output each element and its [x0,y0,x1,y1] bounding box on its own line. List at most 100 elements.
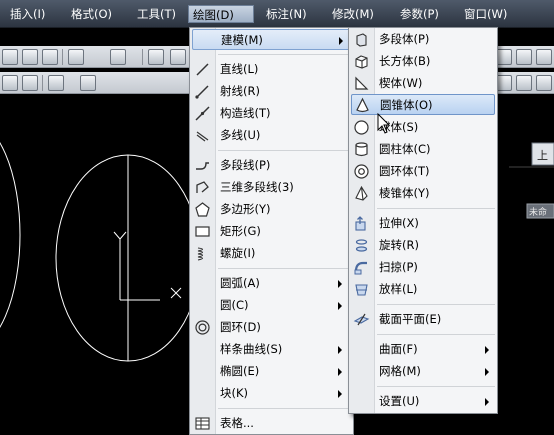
draw-menu-item[interactable]: 圆(C) [192,295,351,316]
ray-icon [194,83,211,100]
layer-tool-3-icon[interactable] [536,49,552,65]
menu-item-label: 射线(R) [220,84,260,98]
mouse-cursor-icon [377,113,391,134]
modeling-menu-item[interactable]: 多段体(P) [351,29,495,50]
menu-separator [377,386,495,387]
modeling-menu-item[interactable]: 棱锥体(Y) [351,183,495,204]
draw-menu-item[interactable]: 矩形(G) [192,221,351,242]
section-plane-icon [353,311,370,328]
visual-style-2-icon[interactable] [516,75,532,91]
modeling-menu-item[interactable]: 设置(U) [351,391,495,412]
layer-tool-icon[interactable] [496,49,512,65]
modeling-menu-item[interactable]: 旋转(R) [351,235,495,256]
modeling-menu-item[interactable]: 圆环体(T) [351,161,495,182]
menu-item-label: 放样(L) [379,282,418,296]
table-icon [194,415,211,432]
menu-item-label: 棱锥体(Y) [379,186,430,200]
draw-menu-item[interactable]: 多边形(Y) [192,199,351,220]
menu-item-label: 螺旋(I) [220,246,256,260]
menu-modify[interactable]: 修改(M) [328,5,378,23]
menu-draw[interactable]: 绘图(D) [188,5,254,23]
menu-window[interactable]: 窗口(W) [460,5,511,23]
modeling-menu-item[interactable]: 长方体(B) [351,51,495,72]
draw-menu-item[interactable]: 三维多段线(3) [192,177,351,198]
menu-separator [218,54,351,55]
menu-tools[interactable]: 工具(T) [133,5,180,23]
menu-format[interactable]: 格式(O) [67,5,116,23]
menu-item-label: 截面平面(E) [379,312,442,326]
modeling-menu-item[interactable]: 圆柱体(C) [351,139,495,160]
view-cube-icon[interactable] [2,75,18,91]
menu-bar: 插入(I) 格式(O) 工具(T) 绘图(D) 标注(N) 修改(M) 参数(P… [0,0,554,28]
menu-parametric[interactable]: 参数(P) [396,5,443,23]
polygon-icon [194,201,211,218]
menu-separator [377,334,495,335]
pan-icon[interactable] [148,49,164,65]
zoom-realtime-icon[interactable] [80,75,96,91]
polyline-icon [194,157,211,174]
modeling-menu-item[interactable]: 楔体(W) [351,73,495,94]
submenu-arrow-icon [338,346,342,354]
draw-menu-item[interactable]: 构造线(T) [192,103,351,124]
draw-menu-item[interactable]: 螺旋(I) [192,243,351,264]
brush-icon[interactable] [42,49,58,65]
draw-menu-item[interactable]: 建模(M) [192,29,351,50]
menu-insert[interactable]: 插入(I) [6,5,49,23]
modeling-menu-item[interactable]: 曲面(F) [351,339,495,360]
menu-item-label: 多线(U) [220,128,261,142]
modeling-menu-item[interactable]: 截面平面(E) [351,309,495,330]
modeling-menu-item[interactable]: 扫掠(P) [351,257,495,278]
menu-item-label: 扫掠(P) [379,260,418,274]
menu-separator [377,304,495,305]
menu-separator [218,408,351,409]
3d-polyline-icon [194,179,211,196]
submenu-arrow-icon [338,280,342,288]
modeling-menu-item[interactable]: 网格(M) [351,361,495,382]
multiline-icon [194,127,211,144]
modeling-menu-item[interactable]: 圆锥体(O) [351,94,495,115]
match-properties-icon[interactable] [22,49,38,65]
menu-dimension[interactable]: 标注(N) [262,5,311,23]
draw-menu-item[interactable]: 直线(L) [192,59,351,80]
draw-menu-item[interactable]: 射线(R) [192,81,351,102]
menu-item-label: 样条曲线(S) [220,342,283,356]
undo-icon[interactable] [68,49,84,65]
xline-icon [194,105,211,122]
layer-tool-2-icon[interactable] [516,49,532,65]
menu-item-label: 圆环体(T) [379,164,430,178]
submenu-arrow-icon [485,346,489,354]
redo-icon[interactable] [110,49,126,65]
view-cube-2-icon[interactable] [22,75,38,91]
modeling-menu-item[interactable]: 球体(S) [351,117,495,138]
draw-menu-item[interactable]: 圆弧(A) [192,273,351,294]
camera-icon[interactable] [48,75,64,91]
submenu-arrow-icon [485,398,489,406]
draw-menu-item[interactable]: 多段线(P) [192,155,351,176]
pyramid-icon [353,185,370,202]
polysolid-icon [353,31,370,48]
menu-item-label: 块(K) [220,386,249,400]
draw-menu-item[interactable]: 表格... [192,413,351,434]
modeling-menu-item[interactable]: 放样(L) [351,279,495,300]
paste-icon[interactable] [2,49,18,65]
zoom-icon[interactable] [170,49,186,65]
draw-menu-item[interactable]: 椭圆(E) [192,361,351,382]
modeling-menu-item[interactable]: 拉伸(X) [351,213,495,234]
menu-item-label: 拉伸(X) [379,216,419,230]
menu-separator [218,268,351,269]
loft-icon [353,281,370,298]
box-icon [353,53,370,70]
visual-style-icon[interactable] [496,75,512,91]
draw-menu: 建模(M) 直线(L) 射线(R) 构造线(T) 多线(U) 多段线(P) 三维多段线(3)… [189,27,354,435]
draw-menu-item[interactable]: 多线(U) [192,125,351,146]
submenu-arrow-icon [485,368,489,376]
draw-menu-item[interactable]: 块(K) [192,383,351,404]
draw-menu-item[interactable]: 样条曲线(S) [192,339,351,360]
sphere-icon [353,119,370,136]
draw-menu-item[interactable]: 圆环(D) [192,317,351,338]
line-icon [194,61,211,78]
menu-item-label: 楔体(W) [379,76,423,90]
menu-item-label: 表格... [220,416,254,430]
menu-item-label: 旋转(R) [379,238,419,252]
visual-style-3-icon[interactable] [536,75,552,91]
